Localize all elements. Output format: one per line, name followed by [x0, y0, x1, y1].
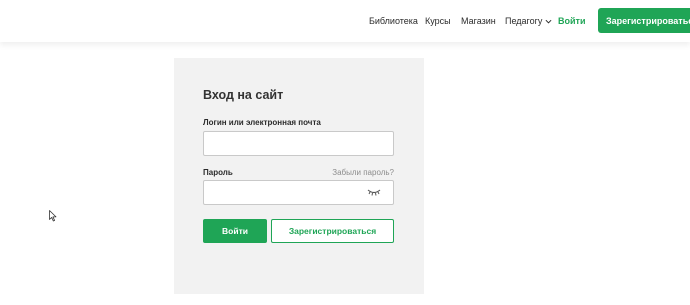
login-submit-button[interactable]: Войти	[203, 219, 267, 243]
password-field-label: Пароль	[203, 168, 233, 177]
nav-teacher-dropdown[interactable]: Педагогу	[505, 16, 552, 26]
nav-courses[interactable]: Курсы	[425, 16, 451, 26]
nav-shop[interactable]: Магазин	[461, 16, 496, 26]
eye-closed-icon[interactable]	[367, 187, 381, 197]
chevron-down-icon	[545, 19, 552, 23]
mouse-cursor-icon	[49, 210, 57, 222]
login-field-label: Логин или электронная почта	[203, 118, 321, 127]
login-title: Вход на сайт	[203, 88, 284, 102]
password-input[interactable]	[203, 180, 394, 205]
login-card: Вход на сайт Логин или электронная почта…	[174, 58, 424, 294]
nav-login-link[interactable]: Войти	[558, 16, 585, 26]
nav-library[interactable]: Библиотека	[369, 16, 418, 26]
register-button[interactable]: Зарегистрироваться	[271, 219, 394, 243]
forgot-password-link[interactable]: Забыли пароль?	[332, 168, 394, 177]
site-header: Библиотека Курсы Магазин Педагогу Войти …	[0, 0, 690, 42]
header-register-button[interactable]: Зарегистрироваться	[598, 8, 690, 33]
login-input[interactable]	[203, 131, 394, 156]
nav-teacher-label: Педагогу	[505, 16, 543, 26]
